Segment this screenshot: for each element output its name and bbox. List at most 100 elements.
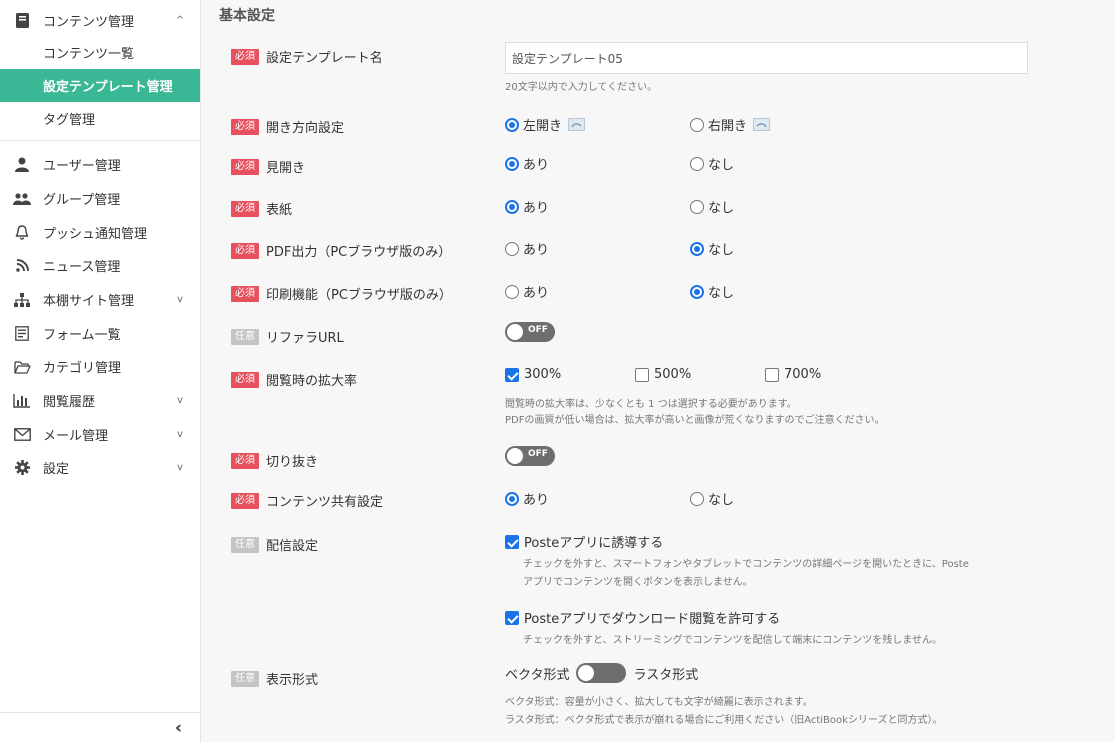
book-icon — [12, 13, 32, 28]
optional-badge: 任意 — [231, 670, 259, 687]
sidebar-item-label: ニュース管理 — [43, 260, 121, 275]
poste-download-checkbox[interactable]: Posteアプリでダウンロード閲覧を許可する — [505, 608, 780, 627]
template-name-input[interactable] — [505, 42, 1028, 74]
sidebar-item-news-mgmt[interactable]: ニュース管理 — [0, 249, 200, 282]
pdf-output-label: 必須 PDF出力（PCブラウザ版のみ） — [231, 241, 451, 260]
pdf-output-no-radio[interactable]: なし — [690, 239, 734, 258]
referrer-toggle[interactable]: OFF — [505, 322, 555, 342]
sidebar-item-history[interactable]: 閲覧履歴 v — [0, 384, 200, 417]
print-label: 必須 印刷機能（PCブラウザ版のみ） — [231, 284, 452, 303]
sidebar-item-tag-mgmt[interactable]: タグ管理 — [0, 102, 200, 134]
sidebar-item-category-mgmt[interactable]: カテゴリ管理 — [0, 350, 200, 383]
sidebar-item-form-list[interactable]: フォーム一覧 — [0, 317, 200, 350]
bell-icon — [12, 225, 32, 240]
zoom-700-checkbox[interactable]: 700% — [765, 367, 821, 382]
sidebar-item-label: メール管理 — [43, 429, 109, 444]
share-yes-radio[interactable]: あり — [505, 489, 549, 508]
envelope-icon — [12, 428, 32, 441]
display-format-switch[interactable]: ベクタ形式 ラスタ形式 — [505, 663, 698, 683]
sidebar-item-label: コンテンツ管理 — [43, 15, 135, 30]
zoom-hint-2: PDFの画質が低い場合は、拡大率が高いと画像が荒くなりますのでご注意ください。 — [505, 415, 885, 426]
share-label: 必須 コンテンツ共有設定 — [231, 491, 383, 510]
rss-icon — [12, 259, 32, 272]
pdf-output-yes-radio[interactable]: あり — [505, 239, 549, 258]
open-left-icon — [568, 118, 586, 131]
sidebar-item-label: 閲覧履歴 — [43, 395, 96, 410]
zoom-label: 必須 閲覧時の拡大率 — [231, 370, 357, 389]
required-badge: 必須 — [231, 118, 259, 135]
display-format-hint-1: ベクタ形式：容量が小さく、拡大しても文字が綺麗に表示されます。 — [505, 697, 813, 708]
cover-yes-radio[interactable]: あり — [505, 197, 549, 216]
print-yes-radio[interactable]: あり — [505, 282, 549, 301]
delivery-label: 任意 配信設定 — [231, 535, 318, 554]
sidebar-collapse-button[interactable]: ‹ — [0, 712, 200, 742]
sidebar-item-label: グループ管理 — [43, 193, 121, 208]
sitemap-icon — [12, 292, 32, 307]
spread-no-radio[interactable]: なし — [690, 154, 734, 173]
sidebar-item-push-mgmt[interactable]: プッシュ通知管理 — [0, 216, 200, 249]
required-badge: 必須 — [231, 492, 259, 509]
spread-yes-radio[interactable]: あり — [505, 154, 549, 173]
required-badge: 必須 — [231, 242, 259, 259]
required-badge: 必須 — [231, 285, 259, 302]
format-toggle[interactable] — [576, 663, 627, 683]
open-right-radio[interactable]: 右開き — [690, 115, 771, 134]
chevron-down-icon: v — [177, 462, 183, 473]
crop-toggle[interactable]: OFF — [505, 446, 555, 466]
sidebar-item-group-mgmt[interactable]: グループ管理 — [0, 182, 200, 215]
display-format-hint-2: ラスタ形式：ベクタ形式で表示が崩れる場合にご利用ください（旧ActiBookシリ… — [505, 715, 943, 726]
required-badge: 必須 — [231, 48, 259, 65]
zoom-hint-1: 閲覧時の拡大率は、少なくとも 1 つは選択する必要があります。 — [505, 399, 797, 410]
sidebar-item-settings[interactable]: 設定 v — [0, 451, 200, 484]
open-direction-label: 必須 開き方向設定 — [231, 117, 344, 136]
gear-icon — [12, 460, 32, 475]
sidebar-item-label: プッシュ通知管理 — [43, 227, 148, 242]
print-no-radio[interactable]: なし — [690, 282, 734, 301]
required-badge: 必須 — [231, 158, 259, 175]
sidebar-item-user-mgmt[interactable]: ユーザー管理 — [0, 148, 200, 181]
share-no-radio[interactable]: なし — [690, 489, 734, 508]
open-left-radio[interactable]: 左開き — [505, 115, 586, 134]
required-badge: 必須 — [231, 371, 259, 388]
sidebar-item-label: 設定 — [43, 462, 70, 477]
poste-redirect-checkbox[interactable]: Posteアプリに誘導する — [505, 532, 663, 551]
sidebar-item-content-mgmt[interactable]: コンテンツ管理 ^ — [0, 4, 200, 37]
users-icon — [12, 192, 32, 205]
referrer-label: 任意 リファラURL — [231, 327, 344, 346]
folder-icon — [12, 360, 32, 374]
chevron-down-icon: v — [177, 294, 183, 305]
zoom-300-checkbox[interactable]: 300% — [505, 367, 561, 382]
sidebar-item-template-mgmt[interactable]: 設定テンプレート管理 — [0, 69, 200, 102]
user-icon — [12, 157, 32, 172]
chevron-down-icon: v — [177, 429, 183, 440]
sidebar-item-label: 本棚サイト管理 — [43, 294, 135, 309]
optional-badge: 任意 — [231, 328, 259, 345]
poste-redirect-hint-1: チェックを外すと、スマートフォンやタブレットでコンテンツの詳細ページを開いたとき… — [523, 559, 969, 570]
required-badge: 必須 — [231, 452, 259, 469]
sidebar-item-content-list[interactable]: コンテンツ一覧 — [0, 36, 200, 68]
sidebar-item-label: フォーム一覧 — [43, 328, 121, 343]
cover-no-radio[interactable]: なし — [690, 197, 734, 216]
chevron-down-icon: v — [177, 395, 183, 406]
form-icon — [12, 326, 32, 341]
sidebar-item-label: カテゴリ管理 — [43, 361, 122, 376]
sidebar-item-label: ユーザー管理 — [43, 159, 121, 174]
template-name-label: 必須 設定テンプレート名 — [231, 47, 383, 66]
display-format-label: 任意 表示形式 — [231, 669, 318, 688]
sidebar-item-mail-mgmt[interactable]: メール管理 v — [0, 418, 200, 451]
sidebar: コンテンツ管理 ^ コンテンツ一覧 設定テンプレート管理 タグ管理 ユーザー管理… — [0, 0, 201, 742]
open-right-icon — [753, 118, 771, 131]
vector-label: ベクタ形式 — [505, 667, 570, 683]
main-content: 基本設定 必須設定テンプレート名 20文字以内で入力してください。 必須開き方向… — [201, 0, 1115, 742]
template-name-hint: 20文字以内で入力してください。 — [505, 82, 658, 93]
required-badge: 必須 — [231, 200, 259, 217]
chevron-left-icon: ‹ — [174, 717, 182, 738]
poste-redirect-hint-2: アプリでコンテンツを開くボタンを表示しません。 — [523, 577, 753, 588]
chevron-up-icon: ^ — [175, 15, 185, 26]
sidebar-item-shelf-mgmt[interactable]: 本棚サイト管理 v — [0, 283, 200, 316]
optional-badge: 任意 — [231, 536, 259, 553]
spread-label: 必須 見開き — [231, 157, 305, 176]
poste-download-hint: チェックを外すと、ストリーミングでコンテンツを配信して端末にコンテンツを残しませ… — [523, 635, 942, 646]
bar-chart-icon — [12, 393, 32, 408]
zoom-500-checkbox[interactable]: 500% — [635, 367, 691, 382]
